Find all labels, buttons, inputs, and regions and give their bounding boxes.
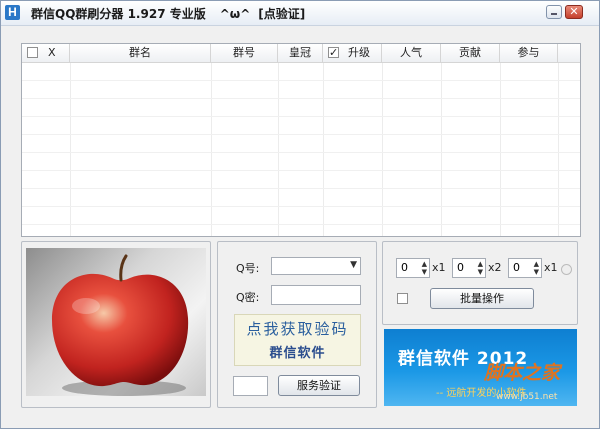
batch-operation-button[interactable]: 批量操作 [430,288,534,309]
qq-number-label: Q号: [236,262,260,275]
list-header: X 群名 群号 皇冠 升级 人气 贡献 参与 [22,44,580,63]
chevron-down-icon[interactable]: ▼ [350,260,357,270]
spin-up-icon[interactable]: ▲ [422,260,427,268]
captcha-input[interactable] [233,376,268,396]
grid-line [22,206,580,207]
col-group-number[interactable]: 群号 [211,44,278,62]
spinner-2-value: 0 [457,261,464,274]
qq-password-field[interactable] [271,285,361,305]
col-upgrade[interactable]: 升级 [323,44,382,62]
title-emote: ^ω^ [219,7,251,21]
captcha-line-2: 群信软件 [269,346,326,361]
qq-password-label: Q密: [236,291,260,304]
col-upgrade-label: 升级 [348,46,370,59]
col-group-name[interactable]: 群名 [70,44,211,62]
spinner-3-multiplier: x1 [544,261,558,274]
spin-down-icon[interactable]: ▼ [422,268,427,276]
spinner-3[interactable]: 0 ▲ ▼ [508,258,542,278]
grid-line [323,63,324,236]
apple-icon [52,254,189,396]
upgrade-checkbox[interactable] [328,44,339,62]
col-popularity[interactable]: 人气 [382,44,441,62]
title-bar[interactable]: H 群信QQ群刷分器 1.927 专业版 ^ω^ [点验证] ✕ [1,1,599,26]
spinner-1[interactable]: 0 ▲ ▼ [396,258,430,278]
spinner-3-value: 0 [513,261,520,274]
close-button[interactable]: ✕ [565,5,583,19]
apple-picture [26,248,206,396]
batch-panel [382,241,578,325]
grid-line [22,116,580,117]
grid-line [22,170,580,171]
col-contribution[interactable]: 贡献 [441,44,500,62]
spin-up-icon[interactable]: ▲ [478,260,483,268]
grid-line [22,152,580,153]
grid-line [22,188,580,189]
grid-line [22,224,580,225]
group-list[interactable]: X 群名 群号 皇冠 升级 人气 贡献 参与 [21,43,581,237]
service-verify-button[interactable]: 服务验证 [278,375,360,396]
grid-line [211,63,212,236]
grid-line [382,63,383,236]
app-icon: H [5,5,20,20]
col-crown[interactable]: 皇冠 [278,44,323,62]
spinner-2-multiplier: x2 [488,261,502,274]
grid-line [22,134,580,135]
col-select[interactable]: X [22,44,70,62]
spin-down-icon[interactable]: ▼ [478,268,483,276]
watermark-text: 脚本之家 [484,362,561,384]
qq-number-combo[interactable]: ▼ [271,257,361,275]
grid-line [22,98,580,99]
app-title: 群信QQ群刷分器 1.927 专业版 [31,7,206,21]
col-select-label: X [48,46,56,59]
minimize-button[interactable] [546,5,562,19]
promo-banner[interactable]: 群信软件 2012 脚本之家 -- 远航开发的小软件 www.jb51.net [384,329,577,406]
grid-line [278,63,279,236]
spin-down-icon[interactable]: ▼ [534,268,539,276]
spinner-1-value: 0 [401,261,408,274]
grid-line [558,63,559,236]
captcha-image[interactable]: 点我获取验码 群信软件 [234,314,361,366]
grid-line [441,63,442,236]
spin-up-icon[interactable]: ▲ [534,260,539,268]
col-participation[interactable]: 参与 [500,44,558,62]
verify-link[interactable]: [点验证] [258,7,305,21]
main-window: H 群信QQ群刷分器 1.927 专业版 ^ω^ [点验证] ✕ X 群名 群号 皇… [0,0,600,429]
watermark-url: www.jb51.net [496,392,558,402]
grid-line [70,63,71,236]
grid-line [22,80,580,81]
captcha-line-1: 点我获取验码 [246,320,349,338]
grid-line [500,63,501,236]
spinner-1-multiplier: x1 [432,261,446,274]
select-all-checkbox[interactable] [27,47,38,58]
window-title: 群信QQ群刷分器 1.927 专业版 ^ω^ [点验证] [31,5,305,22]
option-radio[interactable] [561,264,572,275]
spinner-2[interactable]: 0 ▲ ▼ [452,258,486,278]
batch-checkbox[interactable] [397,293,408,304]
